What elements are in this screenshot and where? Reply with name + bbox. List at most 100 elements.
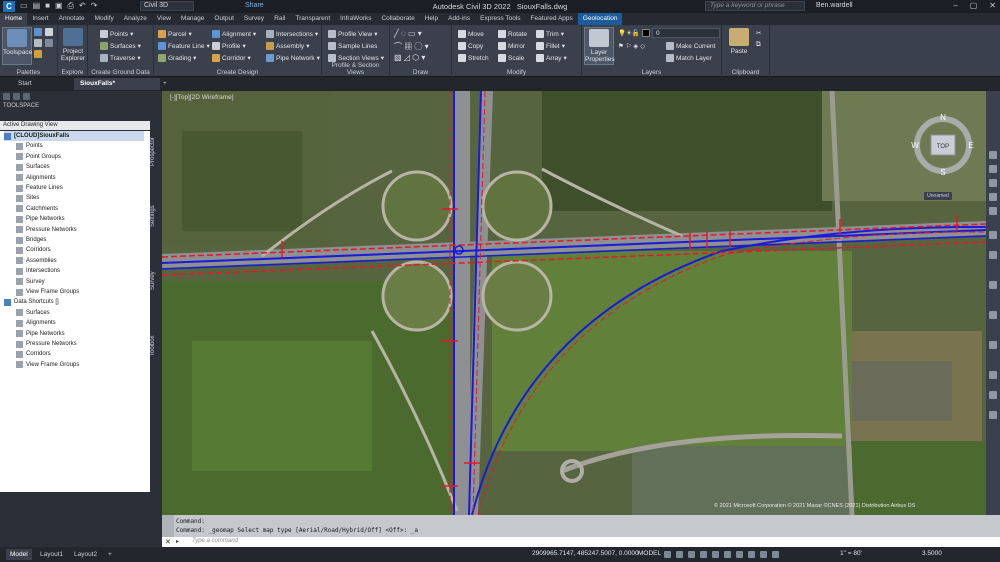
command-prompt-icon[interactable]: ▸ xyxy=(176,538,179,545)
copy-clip-icon[interactable]: ⧉ xyxy=(756,41,761,49)
minimize-icon[interactable]: – xyxy=(953,1,957,10)
layout-tab-layout2[interactable]: Layout2 xyxy=(70,549,101,560)
pipe-network-button[interactable]: Pipe Network ▾ xyxy=(266,54,320,62)
user-account[interactable]: Ben.wardell xyxy=(816,2,853,9)
add-layout-icon[interactable]: + xyxy=(104,549,116,560)
compass-west[interactable]: W xyxy=(911,141,919,150)
feature-line-button[interactable]: Feature Line ▾ xyxy=(158,42,210,50)
grid-icon[interactable] xyxy=(664,551,671,558)
rotate-button[interactable]: Rotate xyxy=(498,30,527,38)
tree-item[interactable]: Alignments xyxy=(16,173,56,183)
ucs-menu[interactable]: Unnamed xyxy=(924,192,952,200)
line-icon[interactable]: ╱ ◌ ▭ ▾ xyxy=(394,29,422,38)
tab-view[interactable]: View xyxy=(152,13,176,25)
nav-tool-icon-13[interactable] xyxy=(989,411,997,419)
sample-lines-button[interactable]: Sample Lines xyxy=(328,42,377,50)
tree-item[interactable]: Sites xyxy=(16,193,39,203)
tab-survey[interactable]: Survey xyxy=(239,13,269,25)
traverse-button[interactable]: Traverse ▾ xyxy=(100,54,141,62)
annotation-scale[interactable]: 1" = 80' xyxy=(840,550,862,557)
corridor-button[interactable]: Corridor ▾ xyxy=(212,54,251,62)
compass-south[interactable]: S xyxy=(940,168,945,177)
tab-featured-apps[interactable]: Featured Apps xyxy=(526,13,578,25)
layout-tab-layout1[interactable]: Layout1 xyxy=(36,549,67,560)
coordinate-readout[interactable]: 2909965.7147, 485247.5007, 0.0000 xyxy=(532,550,639,557)
palette-icon-5[interactable] xyxy=(34,50,42,58)
compass-north[interactable]: N xyxy=(940,113,946,122)
tree-item[interactable]: View Frame Groups xyxy=(16,287,79,297)
stretch-button[interactable]: Stretch xyxy=(458,54,489,62)
lineweight-icon[interactable] xyxy=(736,551,743,558)
viewport-label[interactable]: [-][Top][2D Wireframe] xyxy=(170,94,234,101)
parcel-button[interactable]: Parcel ▾ xyxy=(158,30,192,38)
trim-button[interactable]: Trim ▾ xyxy=(536,30,564,38)
osnap-icon[interactable] xyxy=(712,551,719,558)
toolspace-tool-icon-2[interactable] xyxy=(13,93,20,100)
side-tab-prospector[interactable]: Prospector xyxy=(150,121,162,181)
array-button[interactable]: Array ▾ xyxy=(536,54,567,62)
tab-modify[interactable]: Modify xyxy=(90,13,119,25)
nav-tool-icon-8[interactable] xyxy=(989,281,997,289)
toolspace-button[interactable]: Toolspace xyxy=(2,27,32,65)
tree-item[interactable]: Catchments xyxy=(16,204,58,214)
nav-tool-icon-7[interactable] xyxy=(989,251,997,259)
tree-item[interactable]: Pressure Networks xyxy=(16,225,77,235)
section-views-button[interactable]: Section Views ▾ xyxy=(328,54,384,62)
cut-icon[interactable]: ✂ xyxy=(756,29,761,37)
search-input[interactable]: Type a keyword or phrase xyxy=(705,1,805,11)
tab-rail[interactable]: Rail xyxy=(269,13,290,25)
tree-item[interactable]: Bridges xyxy=(16,235,46,245)
tab-transparent[interactable]: Transparent xyxy=(290,13,335,25)
tree-item[interactable]: Pressure Networks xyxy=(16,339,77,349)
tree-item[interactable]: Pipe Networks xyxy=(16,329,65,339)
nav-tool-icon-10[interactable] xyxy=(989,341,997,349)
pan-icon[interactable] xyxy=(989,165,997,173)
palette-icon-2[interactable] xyxy=(45,28,53,36)
tab-collaborate[interactable]: Collaborate xyxy=(376,13,419,25)
palette-icon-1[interactable] xyxy=(34,28,42,36)
scale-button[interactable]: Scale xyxy=(498,54,524,62)
tree-item[interactable]: Feature Lines xyxy=(16,183,63,193)
snap-icon[interactable] xyxy=(676,551,683,558)
tree-item[interactable]: Corridors xyxy=(16,245,51,255)
nav-tool-icon-9[interactable] xyxy=(989,311,997,319)
viewcube[interactable]: TOP N S E W xyxy=(910,111,976,191)
intersections-button[interactable]: Intersections ▾ xyxy=(266,30,318,38)
polyline-icon[interactable]: ⌒ ▦ ◯ ▾ xyxy=(394,41,429,52)
tree-item[interactable]: Corridors xyxy=(16,349,51,359)
tab-home[interactable]: Home xyxy=(0,13,28,25)
side-tab-settings[interactable]: Settings xyxy=(150,186,162,246)
otrack-icon[interactable] xyxy=(724,551,731,558)
profile-view-button[interactable]: Profile View ▾ xyxy=(328,30,377,38)
fillet-button[interactable]: Fillet ▾ xyxy=(536,42,565,50)
tab-infraworks[interactable]: InfraWorks xyxy=(335,13,376,25)
tree-item[interactable]: Survey xyxy=(16,277,45,287)
toolspace-tool-icon-3[interactable] xyxy=(23,93,30,100)
nav-tool-icon-11[interactable] xyxy=(989,371,997,379)
model-space-button[interactable]: MODEL xyxy=(638,550,661,557)
project-explorer-button[interactable]: Project Explorer xyxy=(58,27,88,65)
move-button[interactable]: Move xyxy=(458,30,484,38)
zoom-icon[interactable] xyxy=(989,179,997,187)
tree-item[interactable]: Alignments xyxy=(16,318,56,328)
model-viewport[interactable]: [-][Top][2D Wireframe] TOP N S E W Unnam… xyxy=(162,91,986,515)
tree-item[interactable]: View Frame Groups xyxy=(16,360,79,370)
tree-item[interactable]: Points xyxy=(16,141,43,151)
tree-item[interactable]: Assemblies xyxy=(16,256,57,266)
active-drawing-view-dropdown[interactable]: Active Drawing View xyxy=(0,121,150,130)
tree-item[interactable]: Point Groups xyxy=(16,152,61,162)
tree-item[interactable]: Pipe Networks xyxy=(16,214,65,224)
layout-tab-model[interactable]: Model xyxy=(6,549,32,560)
command-input[interactable]: ✕ ▸ Type a command xyxy=(162,537,1000,547)
tree-item[interactable]: Surfaces xyxy=(16,162,50,172)
tab-output[interactable]: Output xyxy=(209,13,239,25)
layer-properties-button[interactable]: Layer Properties xyxy=(584,27,615,65)
hatch-icon[interactable]: ▧ ◿ ⬡ ▾ xyxy=(394,53,425,62)
layer-dropdown[interactable]: 0 xyxy=(652,28,720,38)
tree-item[interactable]: Surfaces xyxy=(16,308,50,318)
side-tab-toolbox[interactable]: Toolbox xyxy=(150,316,162,376)
nav-tool-icon-6[interactable] xyxy=(989,231,997,239)
close-command-icon[interactable]: ✕ xyxy=(165,538,171,546)
tab-express-tools[interactable]: Express Tools xyxy=(475,13,525,25)
tab-add-ins[interactable]: Add-ins xyxy=(443,13,475,25)
